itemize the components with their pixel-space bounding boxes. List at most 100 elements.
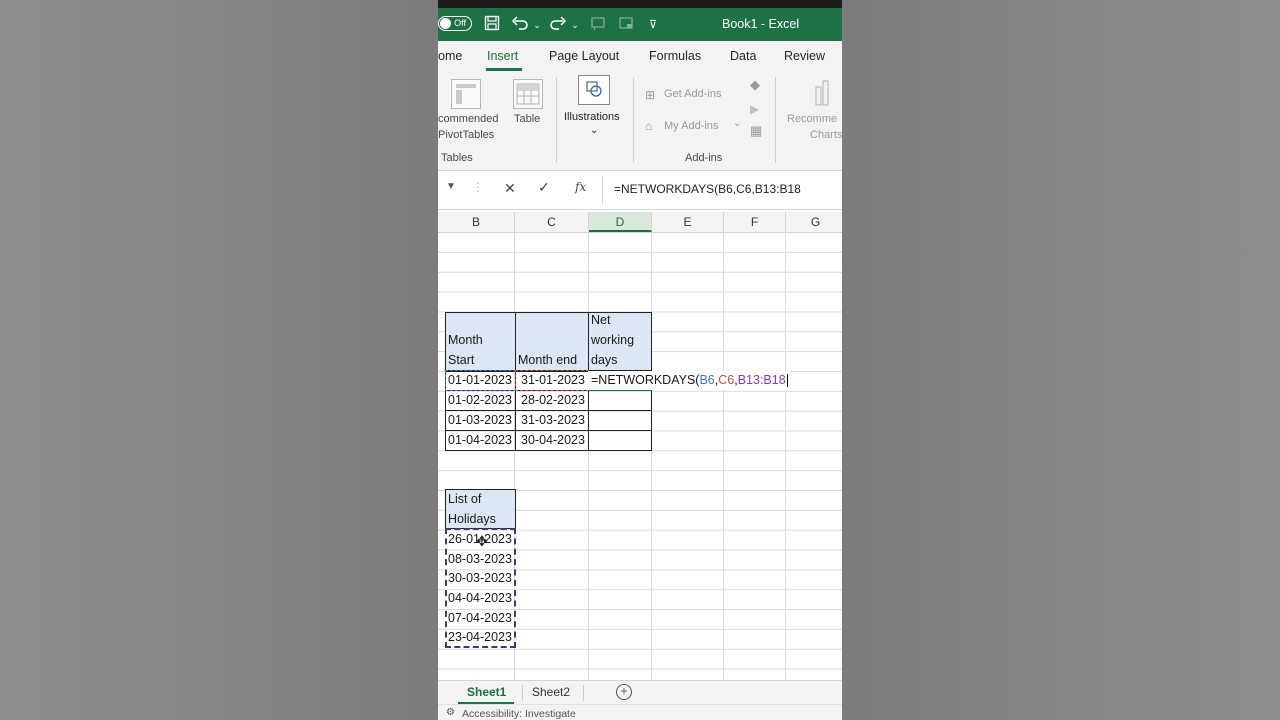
sheet-tab-sheet2[interactable]: Sheet2 [532,685,570,699]
sheet-divider [583,685,584,701]
text-cursor [786,374,788,388]
add-sheet-icon[interactable]: + [616,684,632,700]
tab-home[interactable]: ome [438,49,462,63]
table-label[interactable]: Table [514,111,540,127]
holiday-cell[interactable]: 30-03-2023 [445,569,512,588]
illustrations-dropdown-icon[interactable]: ⌄ [590,123,598,139]
title-bar: Off ⌄ ⌄ ⊽ Book1 - Excel [438,8,842,41]
formula-input[interactable]: =NETWORKDAYS(B6,C6,B13:B18 [614,182,801,196]
people-graph-icon[interactable]: ▦ [750,123,762,139]
excel-window: Off ⌄ ⌄ ⊽ Book1 - Excel ome Insert Page … [438,0,842,720]
redo-dropdown-icon[interactable]: ⌄ [565,15,585,35]
tab-page-layout[interactable]: Page Layout [549,49,619,63]
holiday-cell[interactable]: 23-04-2023 [445,628,512,647]
formula-ref-c6: C6 [718,373,735,387]
ribbon-separator [556,77,557,163]
window-title: Book1 - Excel [722,17,800,31]
header-holidays-line1: List of [448,492,482,506]
my-addins-dropdown-icon[interactable]: ⌄ [733,116,741,132]
sheet-divider [522,685,523,701]
cell-d6-editing[interactable]: =NETWORKDAYS(B6,C6,B13:B18 [588,371,790,390]
tab-insert[interactable]: Insert [487,49,518,63]
formula-divider [602,176,603,204]
table-icon[interactable] [513,79,543,109]
store-icon[interactable]: ⊞ [645,87,655,103]
tab-review[interactable]: Review [784,49,825,63]
holiday-cell[interactable]: 08-03-2023 [445,550,512,569]
recommended-charts-label-1[interactable]: Recomme [787,111,837,127]
header-net-line3: days [591,353,618,367]
customize-toolbar-icon[interactable]: ⊽ [643,15,663,35]
cell-c8[interactable]: 31-03-2023 [518,411,585,430]
illustrations-icon[interactable] [578,75,610,105]
addins-icon[interactable]: ⌂ [645,118,652,134]
cell-c9[interactable]: 30-04-2023 [518,431,585,450]
gridline [651,233,652,680]
column-header-f[interactable]: F [724,212,786,232]
formula-bar: ▼ ⋮ ✕ ✓ fx =NETWORKDAYS(B6,C6,B13:B18 [438,171,842,210]
cell-b7[interactable]: 01-02-2023 [445,391,512,410]
formula-bar-divider: ⋮ [472,180,484,194]
accessibility-status[interactable]: Accessibility: Investigate [462,708,576,720]
save-icon[interactable] [482,15,502,35]
column-header-e[interactable]: E [652,212,724,232]
tab-formulas[interactable]: Formulas [649,49,701,63]
formula-ref-b6: B6 [699,373,715,387]
name-box-dropdown-icon[interactable]: ▼ [446,181,456,192]
header-net-line1: Net [591,313,611,327]
group-tables-label: Tables [441,152,473,164]
form-icon[interactable] [588,15,608,35]
cancel-icon[interactable]: ✕ [504,180,516,197]
cell-c7[interactable]: 28-02-2023 [518,391,585,410]
my-addins-label[interactable]: My Add-ins [664,118,718,134]
recommended-pivottables-label-2[interactable]: PivotTables [438,127,494,143]
header-net-line2: working [591,333,635,347]
gridline [723,233,724,680]
status-bar: ⚙ Accessibility: Investigate [438,704,842,720]
visio-icon[interactable]: ◆ [750,77,760,93]
right-background [842,0,1280,720]
left-background [0,0,438,720]
cell-b8[interactable]: 01-03-2023 [445,411,512,430]
accessibility-icon[interactable]: ⚙ [446,707,455,718]
column-header-g[interactable]: G [786,212,842,232]
recommended-charts-icon[interactable] [812,79,838,109]
formula-prefix: =NETWORKDAYS( [591,373,700,387]
camera-icon[interactable] [616,15,636,35]
recommended-pivottables-icon[interactable] [451,79,481,109]
undo-dropdown-icon[interactable]: ⌄ [527,15,547,35]
ribbon-separator [633,77,634,163]
column-headers: B C D E F G [438,212,842,233]
ribbon: commended PivotTables Table Tables Illus… [438,73,842,171]
column-header-d[interactable]: D [589,212,652,232]
cell-b9[interactable]: 01-04-2023 [445,431,512,450]
worksheet-grid[interactable]: Month Start Month end Net working days 0… [438,233,842,680]
column-header-c[interactable]: C [515,212,589,232]
formula-ref-b13-b18: B13:B18 [737,373,786,387]
enter-icon[interactable]: ✓ [538,179,550,196]
insert-function-icon[interactable]: fx [575,180,586,194]
ribbon-tabs: ome Insert Page Layout Formulas Data Rev… [438,41,842,73]
holiday-cell[interactable]: 04-04-2023 [445,589,512,608]
recommended-pivottables-label-1[interactable]: commended [438,111,499,127]
bing-maps-icon[interactable]: ▶ [750,101,759,117]
active-tab-indicator [486,68,522,71]
sheet-tab-bar: Sheet1 Sheet2 + [438,680,842,705]
tab-data[interactable]: Data [730,49,756,63]
gridline [588,233,589,680]
cell-c6[interactable]: 31-01-2023 [518,371,585,390]
column-header-b[interactable]: B [438,212,515,232]
header-month-end: Month end [518,353,578,367]
holiday-cell[interactable]: 07-04-2023 [445,609,512,628]
recommended-charts-label-2[interactable]: Charts [810,127,842,143]
header-holidays-line2: Holidays [448,512,496,526]
header-month-start-line2: Start [448,353,475,367]
sheet-tab-sheet1[interactable]: Sheet1 [467,685,506,699]
group-addins-label: Add-ins [685,152,723,164]
get-addins-label[interactable]: Get Add-ins [664,86,721,102]
cell-b6[interactable]: 01-01-2023 [445,371,512,390]
top-strip [438,0,842,8]
header-month-start-line1: Month [448,333,483,347]
ribbon-separator [775,77,776,163]
autosave-toggle[interactable]: Off [438,16,472,31]
